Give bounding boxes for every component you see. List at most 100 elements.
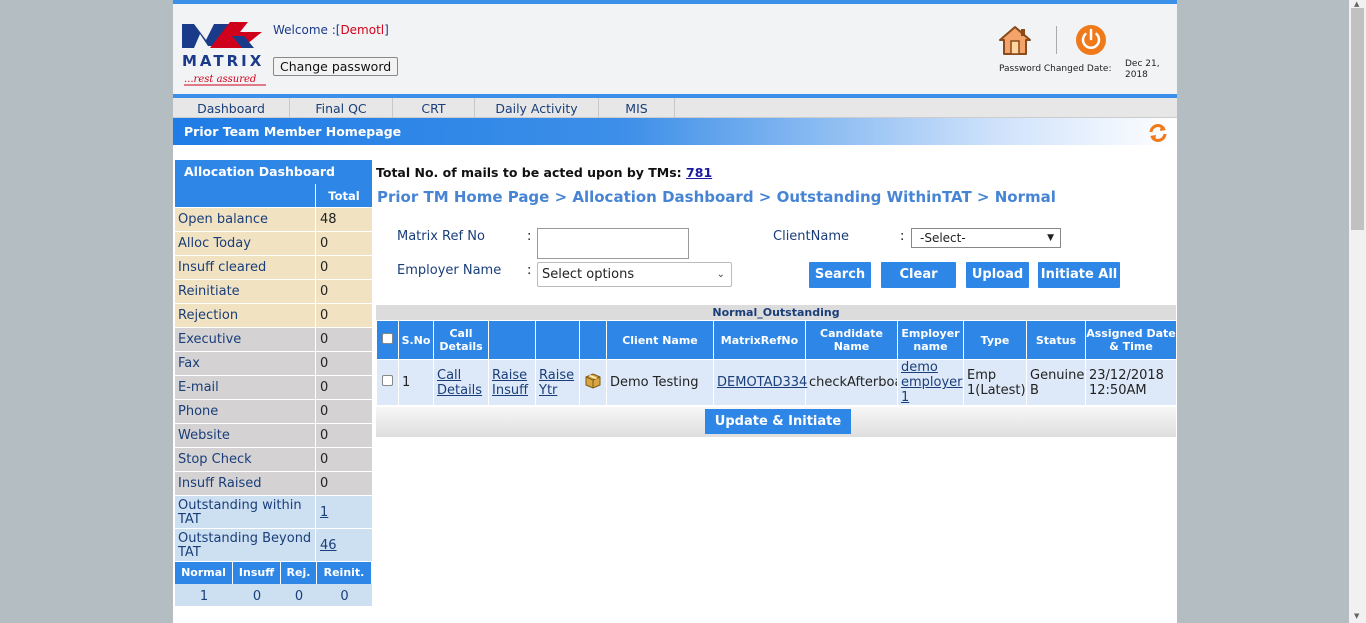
scrollbar-thumb[interactable] (1351, 8, 1364, 230)
colon: : (900, 229, 905, 244)
allocation-label: Phone (175, 400, 316, 423)
vertical-scrollbar[interactable]: ▲ ▼ (1349, 0, 1366, 623)
outstanding-within-tat-link[interactable]: 1 (320, 505, 328, 520)
allocation-label: Rejection (175, 304, 316, 327)
breadcrumb: Prior TM Home Page > Allocation Dashboar… (377, 188, 1056, 206)
nav-mis[interactable]: MIS (599, 98, 675, 118)
row-assigned: 23/12/2018 12:50AM (1085, 359, 1177, 406)
mails-to-act: Total No. of mails to be acted upon by T… (376, 165, 712, 180)
allocation-row: Executive 0 (175, 328, 372, 352)
allocation-value: 0 (320, 284, 329, 299)
client-name-label: ClientName (773, 229, 849, 244)
allocation-label: Executive (175, 328, 316, 351)
allocation-row: Outstanding Beyond TAT 46 (175, 529, 372, 562)
search-button[interactable]: Search (809, 262, 871, 288)
nav-final-qc[interactable]: Final QC (290, 98, 393, 118)
employer-name-label: Employer Name (397, 263, 502, 278)
allocation-row: E-mail 0 (175, 376, 372, 400)
grid-footer: Update & Initiate VR (376, 407, 1176, 454)
header-status: Status (1026, 320, 1086, 360)
checkbox-icon[interactable] (382, 333, 393, 344)
allocation-header-row: Total (175, 184, 372, 208)
home-icon[interactable] (998, 24, 1032, 56)
allocation-label: Outstanding within TAT (175, 496, 316, 528)
allocation-row: Open balance 48 (175, 208, 372, 232)
outstanding-table: S.No Call Details Client Name MatrixRefN… (376, 320, 1177, 406)
allocation-value: 48 (320, 212, 337, 227)
allocation-value: 0 (320, 476, 329, 491)
page: MATRIX ...rest assured Welcome :[Demotl]… (173, 0, 1177, 623)
header-matrix-ref: MatrixRefNo (713, 320, 806, 360)
matrix-ref-input[interactable] (537, 228, 689, 259)
chevron-down-icon: ▼ (1047, 233, 1054, 243)
initiate-all-button[interactable]: Initiate All (1038, 262, 1120, 288)
header-candidate-name: Candidate Name (805, 320, 898, 360)
allocation-dashboard: Allocation Dashboard Total Open balance 4… (175, 160, 372, 606)
outstanding-beyond-tat-link[interactable]: 46 (320, 538, 337, 553)
allocation-row: Fax 0 (175, 352, 372, 376)
matrix-ref-label: Matrix Ref No (397, 229, 485, 244)
package-icon-cell[interactable] (579, 359, 607, 406)
allocation-title: Allocation Dashboard (175, 160, 372, 184)
update-initiate-vr-button[interactable]: Update & Initiate VR (705, 409, 851, 454)
mails-label: Total No. of mails to be acted upon by T… (376, 165, 682, 180)
header-client-name: Client Name (606, 320, 714, 360)
upload-button[interactable]: Upload (966, 262, 1029, 288)
allocation-value: 0 (320, 404, 329, 419)
employer-name-link[interactable]: demo employer 1 (901, 360, 963, 405)
page-title: Prior Team Member Homepage (184, 124, 402, 139)
change-password-button[interactable]: Change password (273, 57, 399, 76)
page-banner: Prior Team Member Homepage (173, 118, 1177, 145)
summary-value-rej: 0 (294, 589, 304, 604)
package-icon[interactable] (585, 372, 601, 389)
summary-header-rej: Rej. (281, 562, 317, 584)
matrix-ref-link[interactable]: DEMOTAD334 (717, 375, 807, 390)
summary-value-reinit: 0 (340, 589, 349, 604)
header-type: Type (963, 320, 1027, 360)
grid-title: Normal_Outstanding (376, 305, 1176, 320)
main-nav: Dashboard Final QC CRT Daily Activity MI… (173, 98, 1177, 118)
nav-crt[interactable]: CRT (393, 98, 475, 118)
allocation-value: 0 (320, 236, 329, 251)
allocation-row: Outstanding within TAT 1 (175, 496, 372, 529)
svg-text:MATRIX: MATRIX (182, 52, 264, 70)
allocation-label: Insuff cleared (175, 256, 316, 279)
allocation-header-blank (175, 184, 316, 207)
welcome-text: Welcome :[Demotl] (273, 23, 389, 37)
raise-insuff-link[interactable]: Raise Insuff (492, 368, 528, 398)
mails-count-link[interactable]: 781 (686, 165, 712, 180)
matrix-logo: MATRIX ...rest assured (182, 22, 266, 86)
header-assigned: Assigned Date & Time (1085, 320, 1177, 360)
client-name-select[interactable]: -Select- ▼ (911, 228, 1061, 248)
svg-text:...rest assured: ...rest assured (184, 74, 256, 85)
employer-name-select[interactable]: Select options ⌄ (537, 262, 732, 287)
header: MATRIX ...rest assured Welcome :[Demotl]… (173, 4, 1177, 94)
allocation-value: 0 (320, 428, 329, 443)
header-select-all[interactable] (376, 320, 399, 360)
row-checkbox-cell[interactable] (376, 359, 399, 406)
scroll-down-icon[interactable]: ▼ (1354, 612, 1359, 620)
checkbox-icon[interactable] (382, 375, 393, 386)
allocation-label: E-mail (175, 376, 316, 399)
allocation-row: Rejection 0 (175, 304, 372, 328)
table-row: 1 Call Details Raise Insuff Raise Ytr De… (376, 359, 1177, 406)
allocation-label: Reinitiate (175, 280, 316, 303)
raise-ytr-link[interactable]: Raise Ytr (539, 368, 574, 398)
allocation-label: Insuff Raised (175, 472, 316, 495)
employer-placeholder: Select options (542, 267, 635, 282)
refresh-icon[interactable] (1147, 122, 1169, 144)
outstanding-grid: Normal_Outstanding S.No Call Details Cli… (376, 305, 1177, 454)
scroll-up-icon[interactable]: ▲ (1354, 0, 1359, 8)
power-icon[interactable] (1075, 24, 1107, 56)
allocation-label: Fax (175, 352, 316, 375)
header-blank (579, 320, 607, 360)
clear-button[interactable]: Clear (881, 262, 956, 288)
call-details-link[interactable]: Call Details (437, 368, 482, 398)
allocation-row: Phone 0 (175, 400, 372, 424)
nav-daily-activity[interactable]: Daily Activity (475, 98, 599, 118)
allocation-label: Stop Check (175, 448, 316, 471)
allocation-value: 0 (320, 380, 329, 395)
nav-dashboard[interactable]: Dashboard (173, 98, 290, 118)
summary-header-normal: Normal (175, 562, 233, 584)
allocation-row: Reinitiate 0 (175, 280, 372, 304)
